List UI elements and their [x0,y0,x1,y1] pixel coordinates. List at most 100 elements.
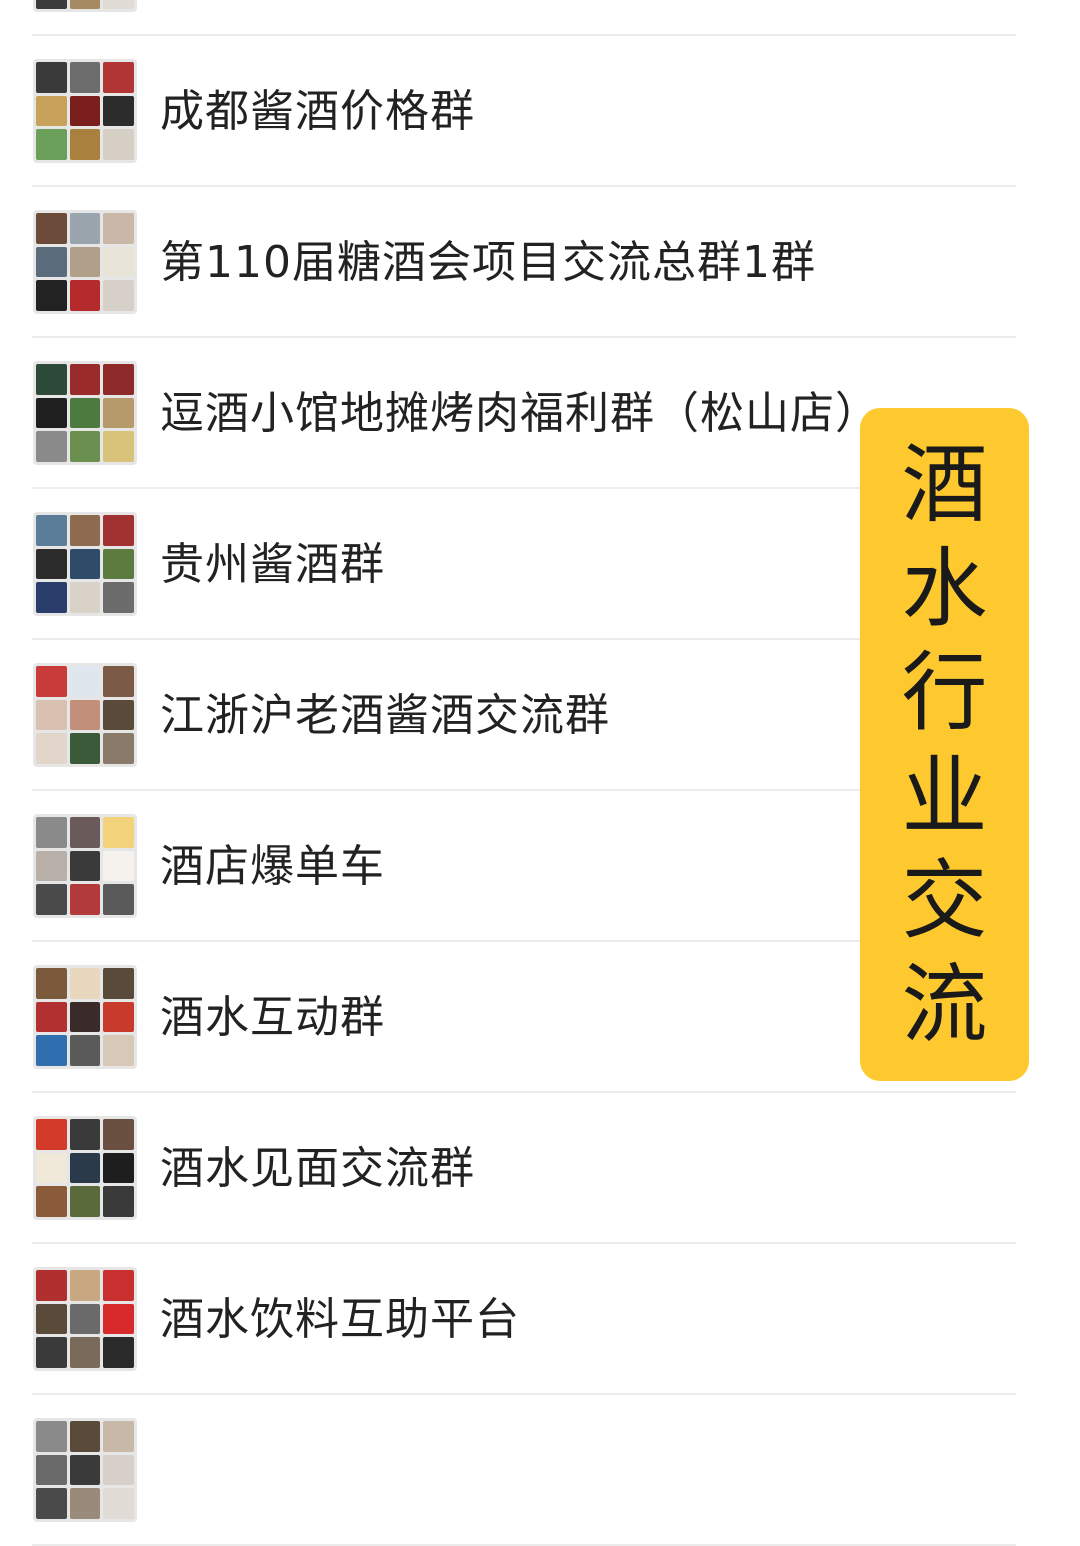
member-avatar-thumb [36,1337,67,1368]
badge-char: 业 [901,746,988,847]
member-avatar-thumb [69,1186,101,1217]
member-avatar-thumb [103,95,134,127]
member-avatar-thumb [103,62,134,93]
member-avatar-thumb [103,666,134,697]
member-avatar-thumb [103,548,134,580]
member-avatar-thumb [36,62,67,93]
member-avatar-thumb [36,850,67,882]
chat-title: 第110届糖酒会项目交流总群1群 [160,237,816,288]
chat-title: 酒水饮料互助平台 [160,1294,520,1345]
member-avatar-thumb [69,1001,101,1033]
chat-title: 酒店爆单车 [160,841,385,892]
member-avatar-thumb [36,431,67,462]
chat-title: 逗酒小馆地摊烤肉福利群（松山店） [160,388,880,439]
member-avatar-thumb [69,1421,101,1452]
group-avatar [33,1267,137,1371]
group-avatar [33,59,137,163]
chat-list-item[interactable] [0,0,1080,36]
group-avatar [33,512,137,616]
member-avatar-thumb [36,699,67,731]
member-avatar-thumb [103,1152,134,1184]
group-avatar [33,210,137,314]
badge-char: 交 [901,850,988,951]
member-avatar-thumb [69,1152,101,1184]
member-avatar-thumb [36,1270,67,1301]
member-avatar-thumb [103,1119,134,1150]
member-avatar-thumb [36,884,67,915]
member-avatar-thumb [103,397,134,429]
member-avatar-thumb [69,733,101,764]
chat-title: 成都酱酒价格群 [160,86,475,137]
member-avatar-thumb [103,1035,134,1066]
member-avatar-thumb [36,397,67,429]
member-avatar-thumb [36,1421,67,1452]
member-avatar-thumb [36,582,67,613]
member-avatar-thumb [69,62,101,93]
member-avatar-thumb [69,246,101,278]
member-avatar-thumb [103,1186,134,1217]
member-avatar-thumb [103,246,134,278]
member-avatar-thumb [69,397,101,429]
member-avatar-thumb [103,280,134,311]
member-avatar-thumb [103,129,134,160]
member-avatar-thumb [103,1270,134,1301]
member-avatar-thumb [103,817,134,848]
member-avatar-thumb [69,817,101,848]
chat-list-item[interactable]: 酒水见面交流群 [0,1093,1080,1244]
member-avatar-thumb [36,1001,67,1033]
member-avatar-thumb [36,1186,67,1217]
member-avatar-thumb [36,280,67,311]
member-avatar-thumb [69,1337,101,1368]
member-avatar-thumb [69,699,101,731]
group-avatar [33,1418,137,1522]
member-avatar-thumb [36,548,67,580]
overlay-badge: 酒水行业交流 [860,408,1029,1081]
member-avatar-thumb [36,1152,67,1184]
member-avatar-thumb [69,1454,101,1486]
member-avatar-thumb [69,213,101,244]
member-avatar-thumb [103,699,134,731]
member-avatar-thumb [103,515,134,546]
member-avatar-thumb [36,246,67,278]
chat-title: 江浙沪老酒酱酒交流群 [160,690,610,741]
member-avatar-thumb [36,213,67,244]
group-avatar [33,361,137,465]
chat-list-item[interactable] [0,1395,1080,1546]
group-avatar [33,965,137,1069]
member-avatar-thumb [103,850,134,882]
member-avatar-thumb [36,1488,67,1519]
member-avatar-thumb [69,1488,101,1519]
member-avatar-thumb [69,1303,101,1335]
member-avatar-thumb [36,733,67,764]
chat-title: 贵州酱酒群 [160,539,385,590]
member-avatar-thumb [103,733,134,764]
member-avatar-thumb [36,95,67,127]
member-avatar-thumb [103,968,134,999]
member-avatar-thumb [36,666,67,697]
member-avatar-thumb [36,0,67,9]
chat-list-item[interactable]: 成都酱酒价格群 [0,36,1080,187]
chat-list-item[interactable]: 酒水饮料互助平台 [0,1244,1080,1395]
badge-char: 行 [901,642,988,743]
member-avatar-thumb [103,213,134,244]
member-avatar-thumb [69,548,101,580]
member-avatar-thumb [36,515,67,546]
member-avatar-thumb [36,1303,67,1335]
member-avatar-thumb [103,431,134,462]
member-avatar-thumb [69,515,101,546]
member-avatar-thumb [69,129,101,160]
member-avatar-thumb [103,0,134,9]
badge-char: 流 [901,954,988,1055]
chat-list-item[interactable]: 第110届糖酒会项目交流总群1群 [0,187,1080,338]
member-avatar-thumb [103,364,134,395]
member-avatar-thumb [103,1303,134,1335]
badge-char: 水 [901,538,988,639]
member-avatar-thumb [36,1035,67,1066]
chat-title: 酒水见面交流群 [160,1143,475,1194]
member-avatar-thumb [69,1119,101,1150]
group-avatar [33,1116,137,1220]
badge-char: 酒 [901,434,988,535]
member-avatar-thumb [69,1270,101,1301]
group-avatar [33,663,137,767]
member-avatar-thumb [36,817,67,848]
